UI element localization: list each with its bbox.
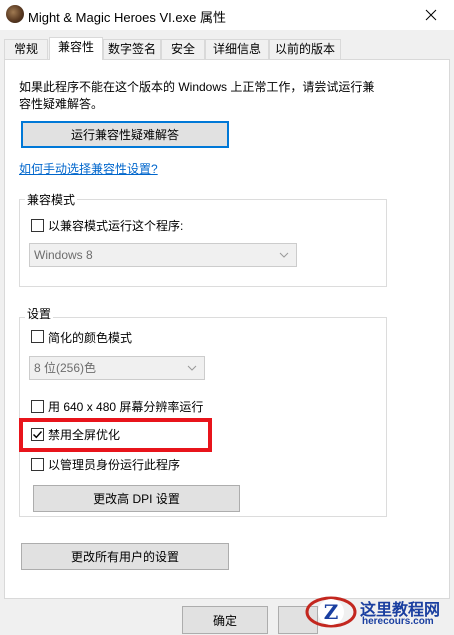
- change-all-users-button[interactable]: 更改所有用户的设置: [21, 543, 229, 570]
- change-dpi-button[interactable]: 更改高 DPI 设置: [33, 485, 240, 512]
- intro-line-1: 如果此程序不能在这个版本的 Windows 上正常工作，请尝试运行兼: [19, 80, 375, 94]
- game-icon: [6, 5, 24, 23]
- tab-general[interactable]: 常规: [4, 39, 48, 59]
- tab-label: 安全: [170, 42, 195, 56]
- tab-security[interactable]: 安全: [161, 39, 205, 59]
- reduced-color-checkbox[interactable]: [31, 330, 44, 343]
- title-bar: Might & Magic Heroes VI.exe 属性: [0, 0, 454, 30]
- intro-line-2: 容性疑难解答。: [19, 97, 104, 111]
- highlight-box: [19, 418, 212, 452]
- tab-label: 常规: [13, 42, 38, 56]
- tab-label: 兼容性: [57, 40, 94, 54]
- close-button[interactable]: [408, 0, 454, 30]
- watermark-url: herecours.com: [362, 616, 434, 627]
- run-as-admin-label: 以管理员身份运行此程序: [48, 458, 181, 472]
- window-title: Might & Magic Heroes VI.exe 属性: [28, 10, 226, 25]
- tab-label: 详细信息: [212, 42, 261, 56]
- tab-digital-signatures[interactable]: 数字签名: [103, 39, 161, 59]
- manual-settings-link[interactable]: 如何手动选择兼容性设置?: [19, 160, 158, 177]
- chevron-down-icon: [279, 252, 289, 258]
- compat-mode-label: 兼容模式: [25, 191, 78, 208]
- close-icon: [425, 9, 437, 21]
- watermark: Z 这里教程网 herecours.com: [302, 590, 450, 632]
- reduced-color-label: 简化的颜色模式: [48, 331, 133, 345]
- tab-compatibility[interactable]: 兼容性: [49, 37, 103, 60]
- run-troubleshooter-button[interactable]: 运行兼容性疑难解答: [21, 121, 229, 148]
- color-depth-select[interactable]: 8 位(256)色: [29, 356, 205, 380]
- compat-os-value: Windows 8: [34, 248, 93, 262]
- ok-button[interactable]: 确定: [182, 606, 268, 634]
- compatibility-panel: 如果此程序不能在这个版本的 Windows 上正常工作，请尝试运行兼 容性疑难解…: [4, 59, 450, 599]
- tab-label: 以前的版本: [274, 42, 335, 56]
- svg-text:Z: Z: [324, 600, 339, 624]
- compat-mode-checkbox[interactable]: [31, 219, 44, 232]
- compat-mode-checkbox-label: 以兼容模式运行这个程序:: [48, 219, 184, 233]
- res-640-label: 用 640 x 480 屏幕分辨率运行: [48, 400, 204, 414]
- chevron-down-icon: [187, 365, 197, 371]
- settings-label: 设置: [25, 305, 54, 322]
- run-as-admin-checkbox[interactable]: [31, 458, 44, 471]
- compat-os-select[interactable]: Windows 8: [29, 243, 297, 267]
- res-640-checkbox[interactable]: [31, 400, 44, 413]
- color-depth-value: 8 位(256)色: [34, 361, 97, 375]
- tab-previous-versions[interactable]: 以前的版本: [269, 39, 341, 59]
- tab-details[interactable]: 详细信息: [205, 39, 269, 59]
- tab-label: 数字签名: [107, 42, 156, 56]
- watermark-logo-icon: Z: [305, 596, 357, 628]
